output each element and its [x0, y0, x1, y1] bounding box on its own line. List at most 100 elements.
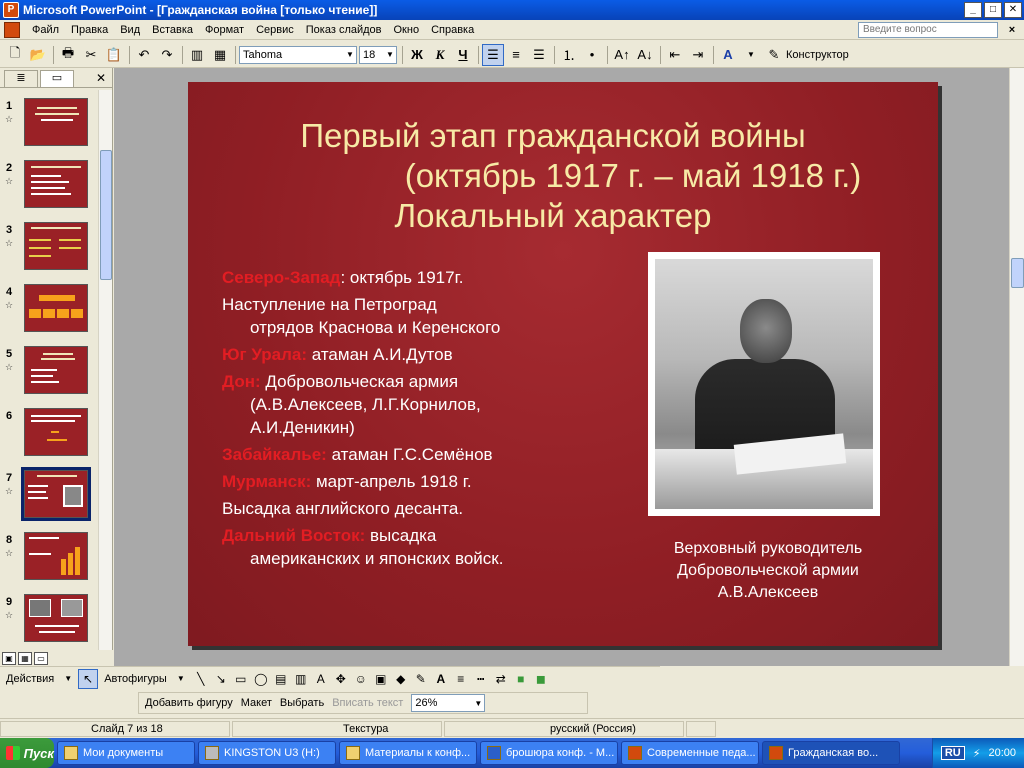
- chevron-down-icon[interactable]: ▼: [58, 669, 78, 689]
- increase-indent-icon[interactable]: ⇥: [687, 44, 709, 66]
- language-button[interactable]: RU: [940, 746, 965, 760]
- usb-icon[interactable]: ⚡: [973, 747, 981, 760]
- slide-thumb-2[interactable]: 2 ☆: [0, 158, 98, 216]
- portrait-photo[interactable]: [648, 252, 880, 516]
- scrollbar-thumb[interactable]: [100, 150, 112, 280]
- select-menu[interactable]: Выбрать: [280, 697, 324, 709]
- increase-font-icon[interactable]: A↑: [611, 44, 633, 66]
- oval-icon[interactable]: ◯: [251, 669, 271, 689]
- numbering-icon[interactable]: ⒈: [558, 44, 580, 66]
- add-shape-button[interactable]: Добавить фигуру: [145, 697, 233, 709]
- underline-button[interactable]: Ч: [452, 44, 474, 66]
- powerpoint-icon[interactable]: P: [3, 2, 19, 18]
- bullets-icon[interactable]: •: [581, 44, 603, 66]
- new-icon[interactable]: 🗋: [4, 44, 26, 66]
- font-name-select[interactable]: Tahoma ▼: [239, 45, 357, 64]
- menu-file[interactable]: Файл: [26, 24, 65, 36]
- slide-thumb-5[interactable]: 5 ☆: [0, 344, 98, 402]
- tab-slides[interactable]: ▭: [40, 70, 74, 87]
- open-icon[interactable]: 📂: [27, 44, 49, 66]
- arrow-icon[interactable]: ↘: [211, 669, 231, 689]
- fit-text-button[interactable]: Вписать текст: [332, 697, 403, 709]
- slide-scrollbar[interactable]: [1009, 68, 1024, 666]
- paste-icon[interactable]: 📋: [103, 44, 125, 66]
- actions-menu[interactable]: Действия: [6, 673, 54, 685]
- undo-icon[interactable]: ↶: [133, 44, 155, 66]
- menu-slideshow[interactable]: Показ слайдов: [300, 24, 388, 36]
- textbox-icon[interactable]: ▤: [271, 669, 291, 689]
- current-slide[interactable]: Первый этап гражданской войны (октябрь 1…: [188, 82, 938, 646]
- scrollbar-thumb[interactable]: [1011, 258, 1024, 288]
- task-civil-war[interactable]: Гражданская во...: [762, 741, 900, 765]
- chevron-down-icon[interactable]: ▼: [171, 669, 191, 689]
- rectangle-icon[interactable]: ▭: [231, 669, 251, 689]
- table-icon[interactable]: ▦: [209, 44, 231, 66]
- designer-button[interactable]: Конструктор: [786, 49, 849, 61]
- slide-thumb-4[interactable]: 4 ☆: [0, 282, 98, 340]
- menu-window[interactable]: Окно: [388, 24, 426, 36]
- font-color-icon[interactable]: A: [431, 669, 451, 689]
- cut-icon[interactable]: ✂: [80, 44, 102, 66]
- align-left-icon[interactable]: ☰: [482, 43, 504, 66]
- dash-style-icon[interactable]: ┅: [471, 669, 491, 689]
- slide-thumb-3[interactable]: 3 ☆: [0, 220, 98, 278]
- minimize-button[interactable]: _: [964, 2, 982, 18]
- close-button[interactable]: ✕: [1004, 2, 1022, 18]
- close-document-icon[interactable]: ×: [1004, 24, 1020, 36]
- diagram-icon[interactable]: ✥: [331, 669, 351, 689]
- decrease-indent-icon[interactable]: ⇤: [664, 44, 686, 66]
- close-pane-icon[interactable]: ✕: [96, 70, 106, 87]
- slide-thumb-9[interactable]: 9 ☆: [0, 592, 98, 650]
- wordart-icon[interactable]: A: [311, 669, 331, 689]
- menu-help[interactable]: Справка: [425, 24, 480, 36]
- normal-view-icon[interactable]: ▣: [2, 651, 16, 665]
- slide-thumb-8[interactable]: 8 ☆: [0, 530, 98, 588]
- align-right-icon[interactable]: ☰: [528, 44, 550, 66]
- redo-icon[interactable]: ↷: [156, 44, 178, 66]
- layout-menu[interactable]: Макет: [241, 697, 272, 709]
- shadow-icon[interactable]: ■: [511, 669, 531, 689]
- fill-color-icon[interactable]: ◆: [391, 669, 411, 689]
- menu-view[interactable]: Вид: [114, 24, 146, 36]
- slide-thumb-6[interactable]: 6: [0, 406, 98, 464]
- clipart-icon[interactable]: ☺: [351, 669, 371, 689]
- menu-format[interactable]: Формат: [199, 24, 250, 36]
- slide-thumb-1[interactable]: 1 ☆: [0, 96, 98, 154]
- select-pointer-icon[interactable]: ↖: [78, 668, 99, 689]
- sorter-view-icon[interactable]: ▦: [18, 651, 32, 665]
- designer-icon[interactable]: ✎: [763, 44, 785, 66]
- menu-tools[interactable]: Сервис: [250, 24, 300, 36]
- 3d-icon[interactable]: ◼: [531, 669, 551, 689]
- ask-question-input[interactable]: Введите вопрос: [858, 21, 998, 38]
- menu-insert[interactable]: Вставка: [146, 24, 199, 36]
- line-color-icon[interactable]: ✎: [411, 669, 431, 689]
- maximize-button[interactable]: □: [984, 2, 1002, 18]
- align-center-icon[interactable]: ≡: [505, 44, 527, 66]
- zoom-select[interactable]: 26% ▼: [411, 694, 486, 712]
- picture-icon[interactable]: ▣: [371, 669, 391, 689]
- slide-title[interactable]: Первый этап гражданской войны (октябрь 1…: [188, 116, 938, 236]
- task-kingston[interactable]: KINGSTON U3 (H:): [198, 741, 336, 765]
- bold-button[interactable]: Ж: [406, 44, 428, 66]
- document-icon[interactable]: [4, 21, 20, 38]
- thumbnails-scrollbar[interactable]: [98, 90, 112, 650]
- slide-thumb-7[interactable]: 7 ☆: [0, 467, 98, 526]
- menu-edit[interactable]: Правка: [65, 24, 114, 36]
- vertical-textbox-icon[interactable]: ▥: [291, 669, 311, 689]
- task-brochure[interactable]: брошюра конф. - М...: [480, 741, 618, 765]
- task-my-documents[interactable]: Мои документы: [57, 741, 195, 765]
- autoshapes-menu[interactable]: Автофигуры: [104, 673, 167, 685]
- slide-body-text[interactable]: Северо-Запад: октябрь 1917г. Наступление…: [222, 266, 652, 574]
- line-style-icon[interactable]: ≡: [451, 669, 471, 689]
- font-size-select[interactable]: 18 ▼: [359, 45, 397, 64]
- photo-caption[interactable]: Верховный руководитель Добровольческой а…: [638, 538, 898, 604]
- start-button[interactable]: Пуск: [0, 738, 54, 768]
- tab-outline[interactable]: ≣: [4, 70, 38, 87]
- decrease-font-icon[interactable]: A↓: [634, 44, 656, 66]
- line-icon[interactable]: ╲: [191, 669, 211, 689]
- task-materials[interactable]: Материалы к конф...: [339, 741, 477, 765]
- print-icon[interactable]: 🖶: [57, 44, 79, 66]
- task-modern-ped[interactable]: Современные педа...: [621, 741, 759, 765]
- chart-icon[interactable]: ▥: [186, 44, 208, 66]
- italic-button[interactable]: К: [429, 44, 451, 66]
